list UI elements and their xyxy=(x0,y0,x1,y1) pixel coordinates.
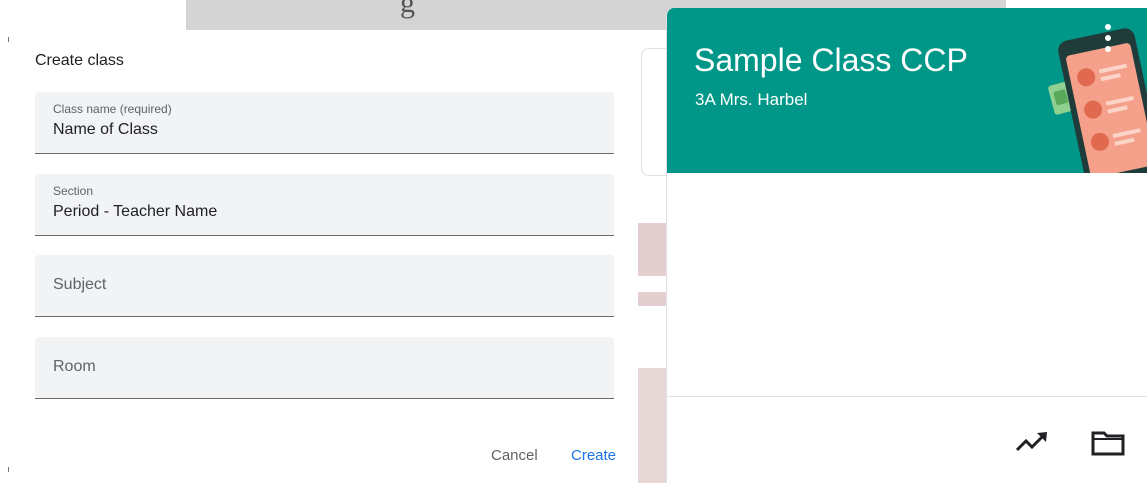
background-fragment xyxy=(638,368,668,483)
section-value[interactable]: Period - Teacher Name xyxy=(53,203,217,221)
card-section: 3A Mrs. Harbel xyxy=(695,90,808,109)
class-card[interactable]: Sample Class CCP 3A Mrs. Harbel xyxy=(666,8,1147,483)
room-field[interactable]: Room xyxy=(35,337,614,399)
dialog-title: Create class xyxy=(35,52,124,69)
class-name-label: Class name (required) xyxy=(53,102,172,116)
edge-mark xyxy=(8,467,9,472)
card-header[interactable]: Sample Class CCP 3A Mrs. Harbel xyxy=(667,8,1147,173)
background-fragment xyxy=(638,223,668,276)
class-name-field[interactable]: Class name (required) Name of Class xyxy=(35,92,614,154)
folder-icon[interactable] xyxy=(1091,430,1125,456)
card-title[interactable]: Sample Class CCP xyxy=(694,42,968,79)
background-card-edge xyxy=(641,48,667,176)
subject-field[interactable]: Subject xyxy=(35,255,614,317)
background-strip-text: g xyxy=(400,0,415,19)
room-placeholder: Room xyxy=(53,358,96,375)
background-fragment xyxy=(638,292,668,306)
trending-up-icon[interactable] xyxy=(1015,430,1049,454)
subject-placeholder: Subject xyxy=(53,276,107,293)
card-footer xyxy=(667,396,1147,483)
phone-illustration-icon xyxy=(1048,28,1147,173)
class-name-value[interactable]: Name of Class xyxy=(53,121,158,139)
cancel-button[interactable]: Cancel xyxy=(491,447,538,464)
more-vert-icon[interactable] xyxy=(1103,22,1113,58)
edge-mark xyxy=(8,37,9,42)
section-field[interactable]: Section Period - Teacher Name xyxy=(35,174,614,236)
section-label: Section xyxy=(53,184,94,198)
create-button[interactable]: Create xyxy=(571,447,616,464)
create-class-dialog: Create class Class name (required) Name … xyxy=(0,30,638,483)
